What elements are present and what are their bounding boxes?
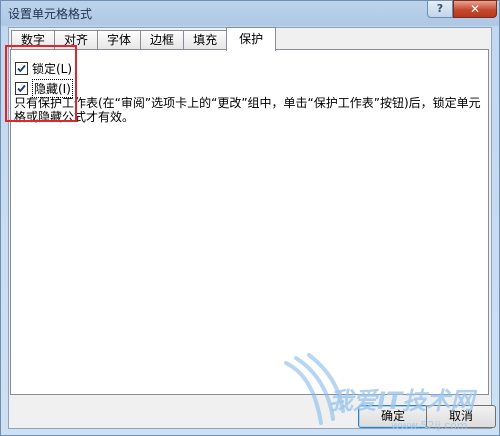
dialog-window: 设置单元格格式 ? ✕ 数字 对齐 字体 边框 填充 保护 锁定(L) 隐藏(I… xyxy=(0,0,500,436)
title-bar[interactable]: 设置单元格格式 ? ✕ xyxy=(1,0,499,23)
annotation-highlight-box xyxy=(5,45,77,122)
protection-note: 只有保护工作表(在“审阅”选项卡上的“更改”组中，单击“保护工作表”按钮)后，锁… xyxy=(14,96,481,124)
tab-fill[interactable]: 填充 xyxy=(183,30,228,51)
ok-button[interactable]: 确定 xyxy=(358,405,428,428)
help-button[interactable]: ? xyxy=(427,0,453,18)
tab-font[interactable]: 字体 xyxy=(97,30,142,51)
close-button[interactable]: ✕ xyxy=(453,0,497,18)
cancel-button[interactable]: 取消 xyxy=(426,405,496,428)
dialog-title: 设置单元格格式 xyxy=(8,7,93,21)
tab-protection[interactable]: 保护 xyxy=(226,27,277,51)
tab-border[interactable]: 边框 xyxy=(140,30,185,51)
